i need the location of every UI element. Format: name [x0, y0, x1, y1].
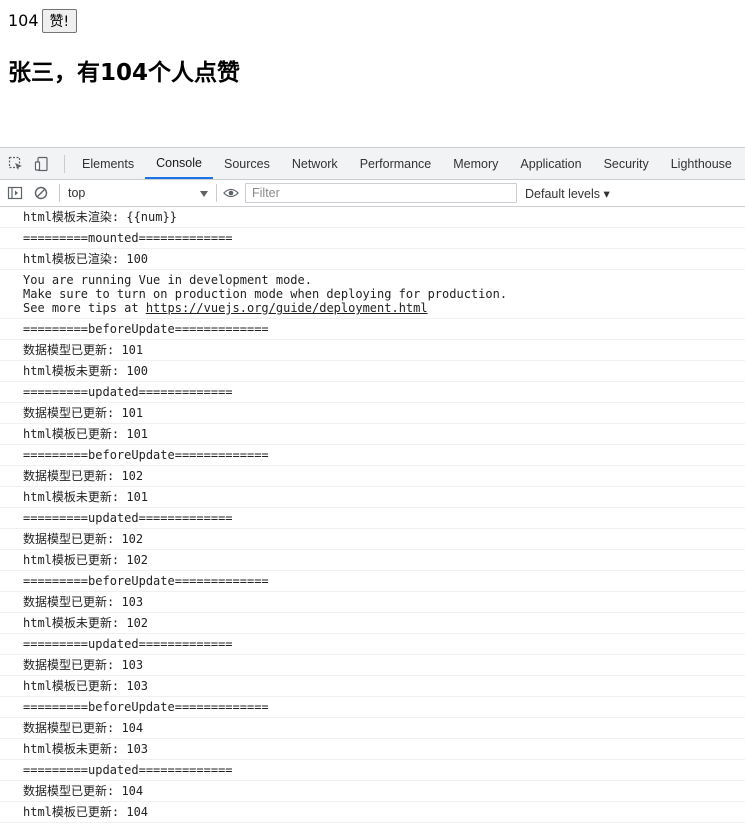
console-message: html模板未渲染: {{num}}	[0, 207, 745, 228]
console-message: =========beforeUpdate=============	[0, 571, 745, 592]
tab-security[interactable]: Security	[593, 148, 660, 179]
log-levels-dropdown[interactable]: Default levels ▾	[525, 186, 610, 201]
console-message: html模板已更新: 101	[0, 424, 745, 445]
clear-console-icon[interactable]	[33, 185, 49, 201]
vue-deployment-link[interactable]: https://vuejs.org/guide/deployment.html	[146, 301, 428, 315]
tab-elements[interactable]: Elements	[71, 148, 145, 179]
chevron-down-icon	[200, 186, 208, 200]
tab-application[interactable]: Application	[509, 148, 592, 179]
console-message: 数据模型已更新: 101	[0, 340, 745, 361]
tab-sources[interactable]: Sources	[213, 148, 281, 179]
tab-performance[interactable]: Performance	[349, 148, 443, 179]
inspect-element-icon[interactable]	[8, 156, 24, 172]
console-message: =========updated=============	[0, 634, 745, 655]
like-count: 104	[8, 11, 39, 30]
console-message: =========updated=============	[0, 760, 745, 781]
context-selector[interactable]: top	[60, 186, 216, 200]
sidebar-toggle-icon[interactable]	[7, 185, 23, 201]
console-message: html模板未更新: 101	[0, 487, 745, 508]
console-message: 数据模型已更新: 101	[0, 403, 745, 424]
page-viewport: 104 赞! 张三，有104个人点赞	[0, 0, 745, 147]
console-message: =========beforeUpdate=============	[0, 697, 745, 718]
console-message: 数据模型已更新: 102	[0, 529, 745, 550]
console-message: html模板已更新: 104	[0, 802, 745, 823]
console-message-vue-devmode: You are running Vue in development mode.…	[0, 270, 745, 319]
console-message: html模板未更新: 100	[0, 361, 745, 382]
tab-lighthouse[interactable]: Lighthouse	[660, 148, 743, 179]
console-message: 数据模型已更新: 103	[0, 592, 745, 613]
console-message: html模板已更新: 102	[0, 550, 745, 571]
console-message: html模板已渲染: 100	[0, 249, 745, 270]
console-message: 数据模型已更新: 104	[0, 781, 745, 802]
console-message-prefix: See more tips at	[23, 301, 146, 315]
console-filter-input[interactable]	[245, 183, 517, 203]
tab-memory[interactable]: Memory	[442, 148, 509, 179]
context-selector-value: top	[68, 186, 86, 200]
tab-network[interactable]: Network	[281, 148, 349, 179]
console-message-line: Make sure to turn on production mode whe…	[23, 287, 508, 301]
console-message: html模板未更新: 102	[0, 613, 745, 634]
like-button[interactable]: 赞!	[41, 9, 78, 33]
devtools-tabs: Elements Console Sources Network Performance…	[71, 148, 743, 179]
devtools-panel: Elements Console Sources Network Performance…	[0, 147, 745, 823]
devtools-tool-icons	[0, 148, 60, 179]
toolbar-divider	[216, 184, 217, 202]
console-message: 数据模型已更新: 102	[0, 466, 745, 487]
toolbar-divider	[64, 154, 65, 173]
console-message: 数据模型已更新: 103	[0, 655, 745, 676]
like-counter-row: 104 赞!	[8, 9, 78, 33]
console-message-line: See more tips at https://vuejs.org/guide…	[23, 301, 745, 315]
console-message: =========beforeUpdate=============	[0, 445, 745, 466]
console-message: html模板未更新: 103	[0, 739, 745, 760]
console-message: =========updated=============	[0, 382, 745, 403]
console-message-line: You are running Vue in development mode.	[23, 273, 312, 287]
live-expression-eye-icon[interactable]	[223, 185, 239, 201]
device-toolbar-icon[interactable]	[34, 156, 50, 172]
console-message: =========mounted=============	[0, 228, 745, 249]
like-summary-heading: 张三，有104个人点赞	[8, 60, 241, 86]
console-message: =========updated=============	[0, 508, 745, 529]
console-toolbar: top Default levels ▾	[0, 180, 745, 207]
devtools-tabbar: Elements Console Sources Network Performance…	[0, 147, 745, 180]
console-message: 数据模型已更新: 104	[0, 718, 745, 739]
console-message: =========beforeUpdate=============	[0, 319, 745, 340]
tab-console[interactable]: Console	[145, 148, 213, 179]
console-message: html模板已更新: 103	[0, 676, 745, 697]
console-messages: html模板未渲染: {{num}} =========mounted======…	[0, 207, 745, 823]
